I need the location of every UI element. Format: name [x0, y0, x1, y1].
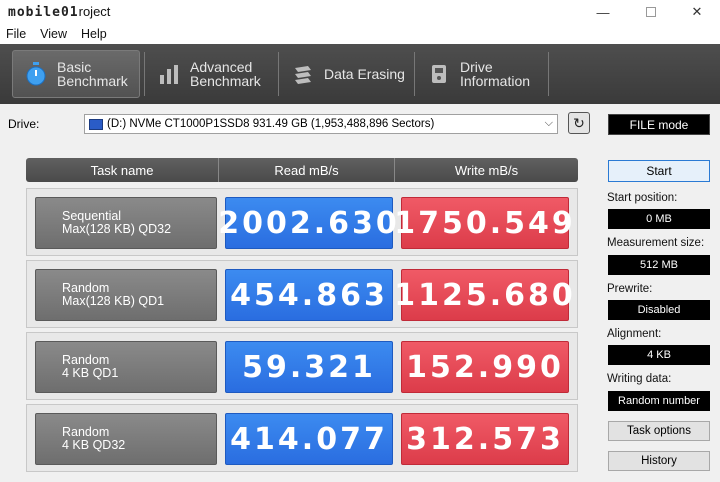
- read-value: 59.321: [225, 341, 393, 393]
- window-title: mobile01roject: [8, 4, 110, 20]
- measurement-size-field[interactable]: 512 MB: [608, 255, 710, 275]
- window-title-suffix: roject: [78, 4, 111, 19]
- task-button-seq-q32[interactable]: Sequential Max(128 KB) QD32: [35, 197, 217, 249]
- task-options-button[interactable]: Task options: [608, 421, 710, 441]
- history-button[interactable]: History: [608, 451, 710, 471]
- column-header-write: Write mB/s: [394, 158, 578, 182]
- title-bar: mobile01roject — ✕: [0, 0, 720, 24]
- file-mode-button[interactable]: FILE mode: [608, 114, 710, 135]
- toolbar-divider: [414, 52, 415, 96]
- refresh-button[interactable]: ↻: [568, 112, 590, 134]
- read-value: 414.077: [225, 413, 393, 465]
- table-row: Random 4 KB QD1 59.321 152.990: [26, 332, 578, 400]
- start-position-label: Start position:: [607, 192, 678, 204]
- results-table: Task name Read mB/s Write mB/s Sequentia…: [26, 158, 578, 474]
- minimize-button[interactable]: —: [580, 0, 626, 24]
- write-value: 1750.549: [394, 197, 573, 249]
- drive-select[interactable]: (D:) NVMe CT1000P1SSD8 931.49 GB (1,953,…: [84, 114, 558, 134]
- task-button-rnd-q1-128k[interactable]: Random Max(128 KB) QD1: [35, 269, 217, 321]
- close-button[interactable]: ✕: [674, 0, 720, 24]
- alignment-field[interactable]: 4 KB: [608, 345, 710, 365]
- stopwatch-icon: [23, 61, 49, 87]
- tab-label: Drive Information: [460, 59, 531, 89]
- menu-file[interactable]: File: [6, 27, 26, 41]
- menu-help[interactable]: Help: [81, 27, 107, 41]
- task-button-rnd-4k-q32[interactable]: Random 4 KB QD32: [35, 413, 217, 465]
- bar-chart-icon: [156, 61, 182, 87]
- toolbar: Basic Benchmark Advanced Benchmark Data Er…: [0, 44, 720, 104]
- table-row: Random Max(128 KB) QD1 454.863 1125.680: [26, 260, 578, 328]
- tab-data-erasing[interactable]: Data Erasing: [280, 50, 414, 98]
- prewrite-field[interactable]: Disabled: [608, 300, 710, 320]
- menu-view[interactable]: View: [40, 27, 67, 41]
- drive-selected-value: (D:) NVMe CT1000P1SSD8 931.49 GB (1,953,…: [107, 118, 435, 130]
- maximize-button[interactable]: [628, 0, 674, 24]
- write-value: 312.573: [401, 413, 569, 465]
- tab-basic-benchmark[interactable]: Basic Benchmark: [12, 50, 140, 98]
- tab-drive-information[interactable]: Drive Information: [416, 50, 548, 98]
- toolbar-divider: [548, 52, 549, 96]
- tab-label: Basic Benchmark: [57, 59, 128, 89]
- column-header-read: Read mB/s: [218, 158, 394, 182]
- column-header-task: Task name: [90, 162, 154, 178]
- tab-label: Advanced Benchmark: [190, 59, 261, 89]
- tab-advanced-benchmark[interactable]: Advanced Benchmark: [146, 50, 276, 98]
- drive-label: Drive:: [8, 117, 40, 131]
- table-header: Task name Read mB/s Write mB/s: [26, 158, 578, 182]
- table-row: Random 4 KB QD32 414.077 312.573: [26, 404, 578, 472]
- toolbar-divider: [144, 52, 145, 96]
- chevron-down-icon: ⌵: [544, 117, 553, 129]
- writing-data-field[interactable]: Random number: [608, 391, 710, 411]
- start-button[interactable]: Start: [608, 160, 710, 182]
- read-value: 2002.630: [218, 197, 397, 249]
- measurement-size-label: Measurement size:: [607, 237, 705, 249]
- menu-bar: File View Help: [0, 24, 720, 44]
- task-button-rnd-4k-q1[interactable]: Random 4 KB QD1: [35, 341, 217, 393]
- write-value: 1125.680: [394, 269, 573, 321]
- toolbar-divider: [278, 52, 279, 96]
- maximize-icon: [646, 7, 656, 17]
- writing-data-label: Writing data:: [607, 373, 672, 385]
- drive-info-icon: [426, 61, 452, 87]
- prewrite-label: Prewrite:: [607, 283, 653, 295]
- start-position-field[interactable]: 0 MB: [608, 209, 710, 229]
- tab-label: Data Erasing: [324, 66, 405, 82]
- eraser-icon: [290, 61, 316, 87]
- table-row: Sequential Max(128 KB) QD32 2002.630 1750…: [26, 188, 578, 256]
- app-logo: mobile01: [8, 5, 79, 20]
- write-value: 152.990: [401, 341, 569, 393]
- drive-icon: [89, 118, 103, 130]
- read-value: 454.863: [225, 269, 393, 321]
- refresh-icon: ↻: [573, 114, 585, 131]
- alignment-label: Alignment:: [607, 328, 662, 340]
